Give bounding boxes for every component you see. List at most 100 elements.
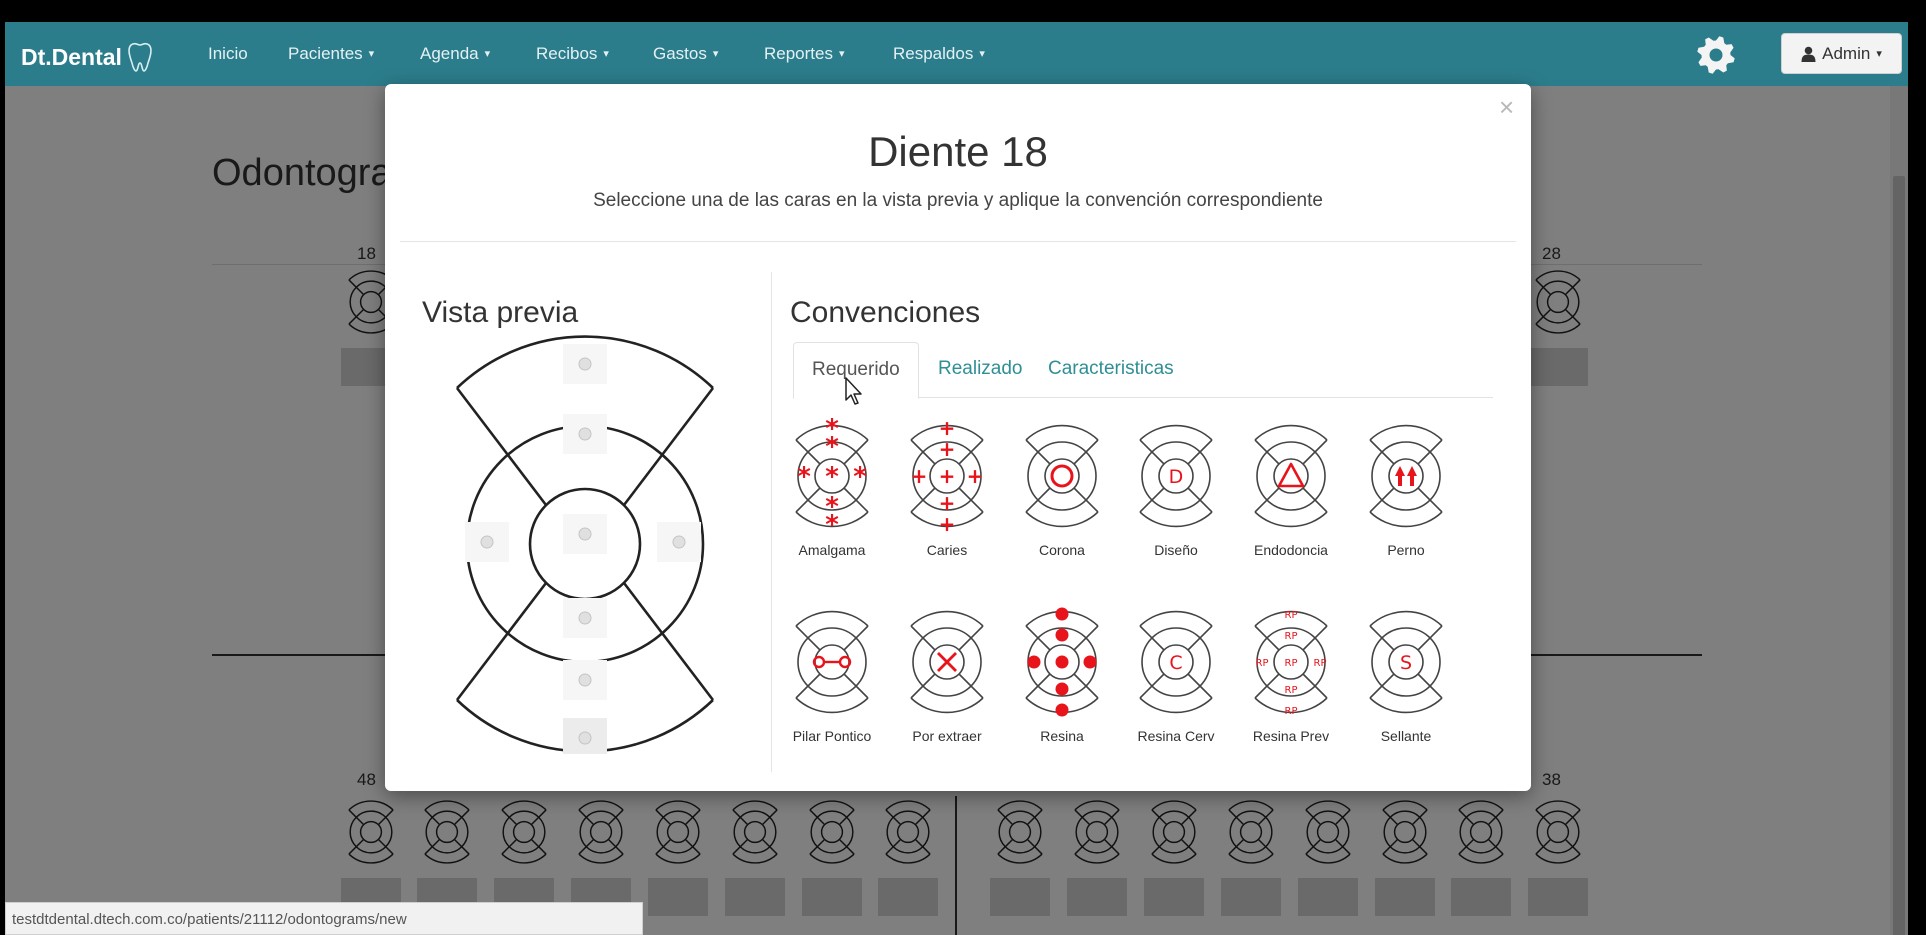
- convention-letter[interactable]: S Sellante: [1351, 600, 1461, 744]
- svg-text:*: *: [853, 462, 867, 492]
- nav-item-2[interactable]: Agenda ▾: [420, 44, 490, 64]
- nav-item-label: Recibos: [536, 44, 598, 63]
- svg-text:RP: RP: [1285, 610, 1298, 621]
- convention-rp[interactable]: RP RP RP RP RP RP RP Resina Prev: [1236, 600, 1346, 744]
- convention-label: Caries: [926, 542, 968, 558]
- svg-text:C: C: [1169, 652, 1182, 674]
- chevron-down-icon: ▾: [603, 48, 609, 60]
- tooth-modal: × Diente 18 Seleccione una de las caras …: [385, 84, 1531, 791]
- svg-text:*: *: [825, 432, 839, 462]
- convention-label: Diseño: [1154, 542, 1198, 558]
- tooth-face-radio[interactable]: [578, 357, 592, 371]
- nav-item-4[interactable]: Gastos ▾: [653, 44, 718, 64]
- convention-label: Sellante: [1380, 728, 1432, 744]
- svg-text:RP: RP: [1256, 658, 1269, 669]
- svg-text:+: +: [911, 464, 928, 488]
- convention-asterisk-icon: *** * ***: [795, 414, 869, 538]
- gear-icon[interactable]: [1695, 34, 1737, 76]
- column-divider: [771, 272, 772, 772]
- svg-text:*: *: [825, 510, 839, 538]
- nav-item-label: Pacientes: [288, 44, 363, 63]
- top-navbar: Dt.Dental Inicio Pacientes ▾ Agenda ▾ Recibos…: [5, 22, 1908, 86]
- convention-triangle-icon: [1254, 424, 1328, 528]
- convention-dots-icon: [1025, 607, 1099, 717]
- convention-label: Por extraer: [912, 728, 982, 744]
- tooth-face-radio[interactable]: [578, 427, 592, 441]
- chevron-down-icon: ▾: [712, 48, 719, 60]
- tooth-face-radio[interactable]: [578, 731, 592, 745]
- modal-divider: [400, 241, 1516, 242]
- tooth-logo-icon: [128, 42, 152, 72]
- svg-text:+: +: [939, 464, 956, 488]
- svg-text:+: +: [939, 437, 956, 461]
- convention-letter-icon: C: [1139, 610, 1213, 714]
- convention-triangle[interactable]: Endodoncia: [1236, 414, 1346, 558]
- nav-item-5[interactable]: Reportes ▾: [764, 44, 845, 64]
- nav-item-0[interactable]: Inicio: [208, 44, 248, 64]
- svg-text:S: S: [1400, 652, 1412, 674]
- close-icon[interactable]: ×: [1499, 92, 1514, 123]
- nav-item-label: Reportes: [764, 44, 833, 63]
- convention-letter[interactable]: C Resina Cerv: [1121, 600, 1231, 744]
- chevron-down-icon: ▾: [979, 48, 985, 60]
- svg-text:RP: RP: [1285, 706, 1298, 717]
- convention-label: Resina Cerv: [1137, 728, 1215, 744]
- svg-text:*: *: [825, 462, 839, 492]
- tooth-face-radio[interactable]: [578, 527, 592, 541]
- convention-letter-icon: D: [1139, 424, 1213, 528]
- convention-arrows-icon: [1369, 424, 1443, 528]
- chevron-down-icon: ▾: [368, 48, 375, 60]
- modal-subtitle: Seleccione una de las caras en la vista …: [593, 190, 1323, 211]
- convention-cross-icon: [910, 610, 984, 714]
- convention-letter-icon: S: [1369, 610, 1443, 714]
- convention-plus[interactable]: + + + + + + + Caries: [892, 414, 1002, 558]
- svg-text:RP: RP: [1285, 685, 1298, 696]
- brand-name: Dt.Dental: [21, 43, 122, 70]
- convention-label: Pilar Pontico: [792, 728, 872, 744]
- admin-user-menu[interactable]: Admin ▾: [1781, 33, 1902, 74]
- tooth-face-radio[interactable]: [578, 611, 592, 625]
- convention-letter[interactable]: D Diseño: [1121, 414, 1231, 558]
- tab-realizado[interactable]: Realizado: [920, 342, 1041, 398]
- status-bar-url: testdtdental.dtech.com.co/patients/21112…: [5, 902, 643, 935]
- mouse-cursor-icon: [845, 377, 862, 405]
- app-window: Odontograma 18 28 48 38 Dt.Dental Inicio…: [5, 22, 1908, 935]
- preview-heading: Vista previa: [422, 296, 579, 329]
- conventions-heading: Convenciones: [790, 296, 981, 329]
- convention-plus-icon: +++ + +++: [910, 416, 984, 536]
- nav-item-label: Gastos: [653, 44, 707, 63]
- tab-caracteristicas[interactable]: Caracteristicas: [1030, 342, 1192, 398]
- convention-label: Endodoncia: [1254, 542, 1328, 558]
- tooth-face-radio[interactable]: [578, 673, 592, 687]
- admin-label: Admin: [1822, 43, 1871, 63]
- svg-text:RP: RP: [1314, 658, 1327, 669]
- nav-item-label: Inicio: [208, 44, 248, 63]
- convention-label: Amalgama: [798, 542, 866, 558]
- user-icon: [1801, 46, 1816, 62]
- tooth-face-radio[interactable]: [480, 535, 494, 549]
- convention-circle[interactable]: Corona: [1007, 414, 1117, 558]
- convention-pontic-icon: [795, 610, 869, 714]
- conventions-tabs: Requerido Realizado Caracteristicas: [793, 342, 1493, 399]
- screen-frame: Odontograma 18 28 48 38 Dt.Dental Inicio…: [0, 0, 1926, 935]
- chevron-down-icon: ▾: [484, 48, 491, 60]
- convention-rp-icon: RP RP RP RP RP RP RP: [1254, 610, 1328, 717]
- convention-cross[interactable]: Por extraer: [892, 600, 1002, 744]
- nav-item-3[interactable]: Recibos ▾: [536, 44, 609, 64]
- tooth-face-radio[interactable]: [672, 535, 686, 549]
- convention-label: Resina: [1040, 728, 1084, 744]
- nav-item-label: Respaldos: [893, 44, 974, 63]
- brand-logo[interactable]: Dt.Dental: [21, 41, 154, 73]
- convention-circle-icon: [1025, 424, 1099, 528]
- convention-asterisk[interactable]: * * * * * * * Amalgama: [777, 414, 887, 558]
- nav-item-1[interactable]: Pacientes ▾: [288, 44, 374, 64]
- nav-item-6[interactable]: Respaldos ▾: [893, 44, 985, 64]
- svg-text:RP: RP: [1285, 631, 1298, 642]
- convention-label: Corona: [1039, 542, 1085, 558]
- convention-pontic[interactable]: Pilar Pontico: [777, 600, 887, 744]
- convention-label: Resina Prev: [1252, 728, 1330, 744]
- convention-dots[interactable]: Resina: [1007, 600, 1117, 744]
- convention-label: Perno: [1387, 542, 1425, 558]
- chevron-down-icon: ▾: [838, 48, 845, 60]
- convention-arrows[interactable]: Perno: [1351, 414, 1461, 558]
